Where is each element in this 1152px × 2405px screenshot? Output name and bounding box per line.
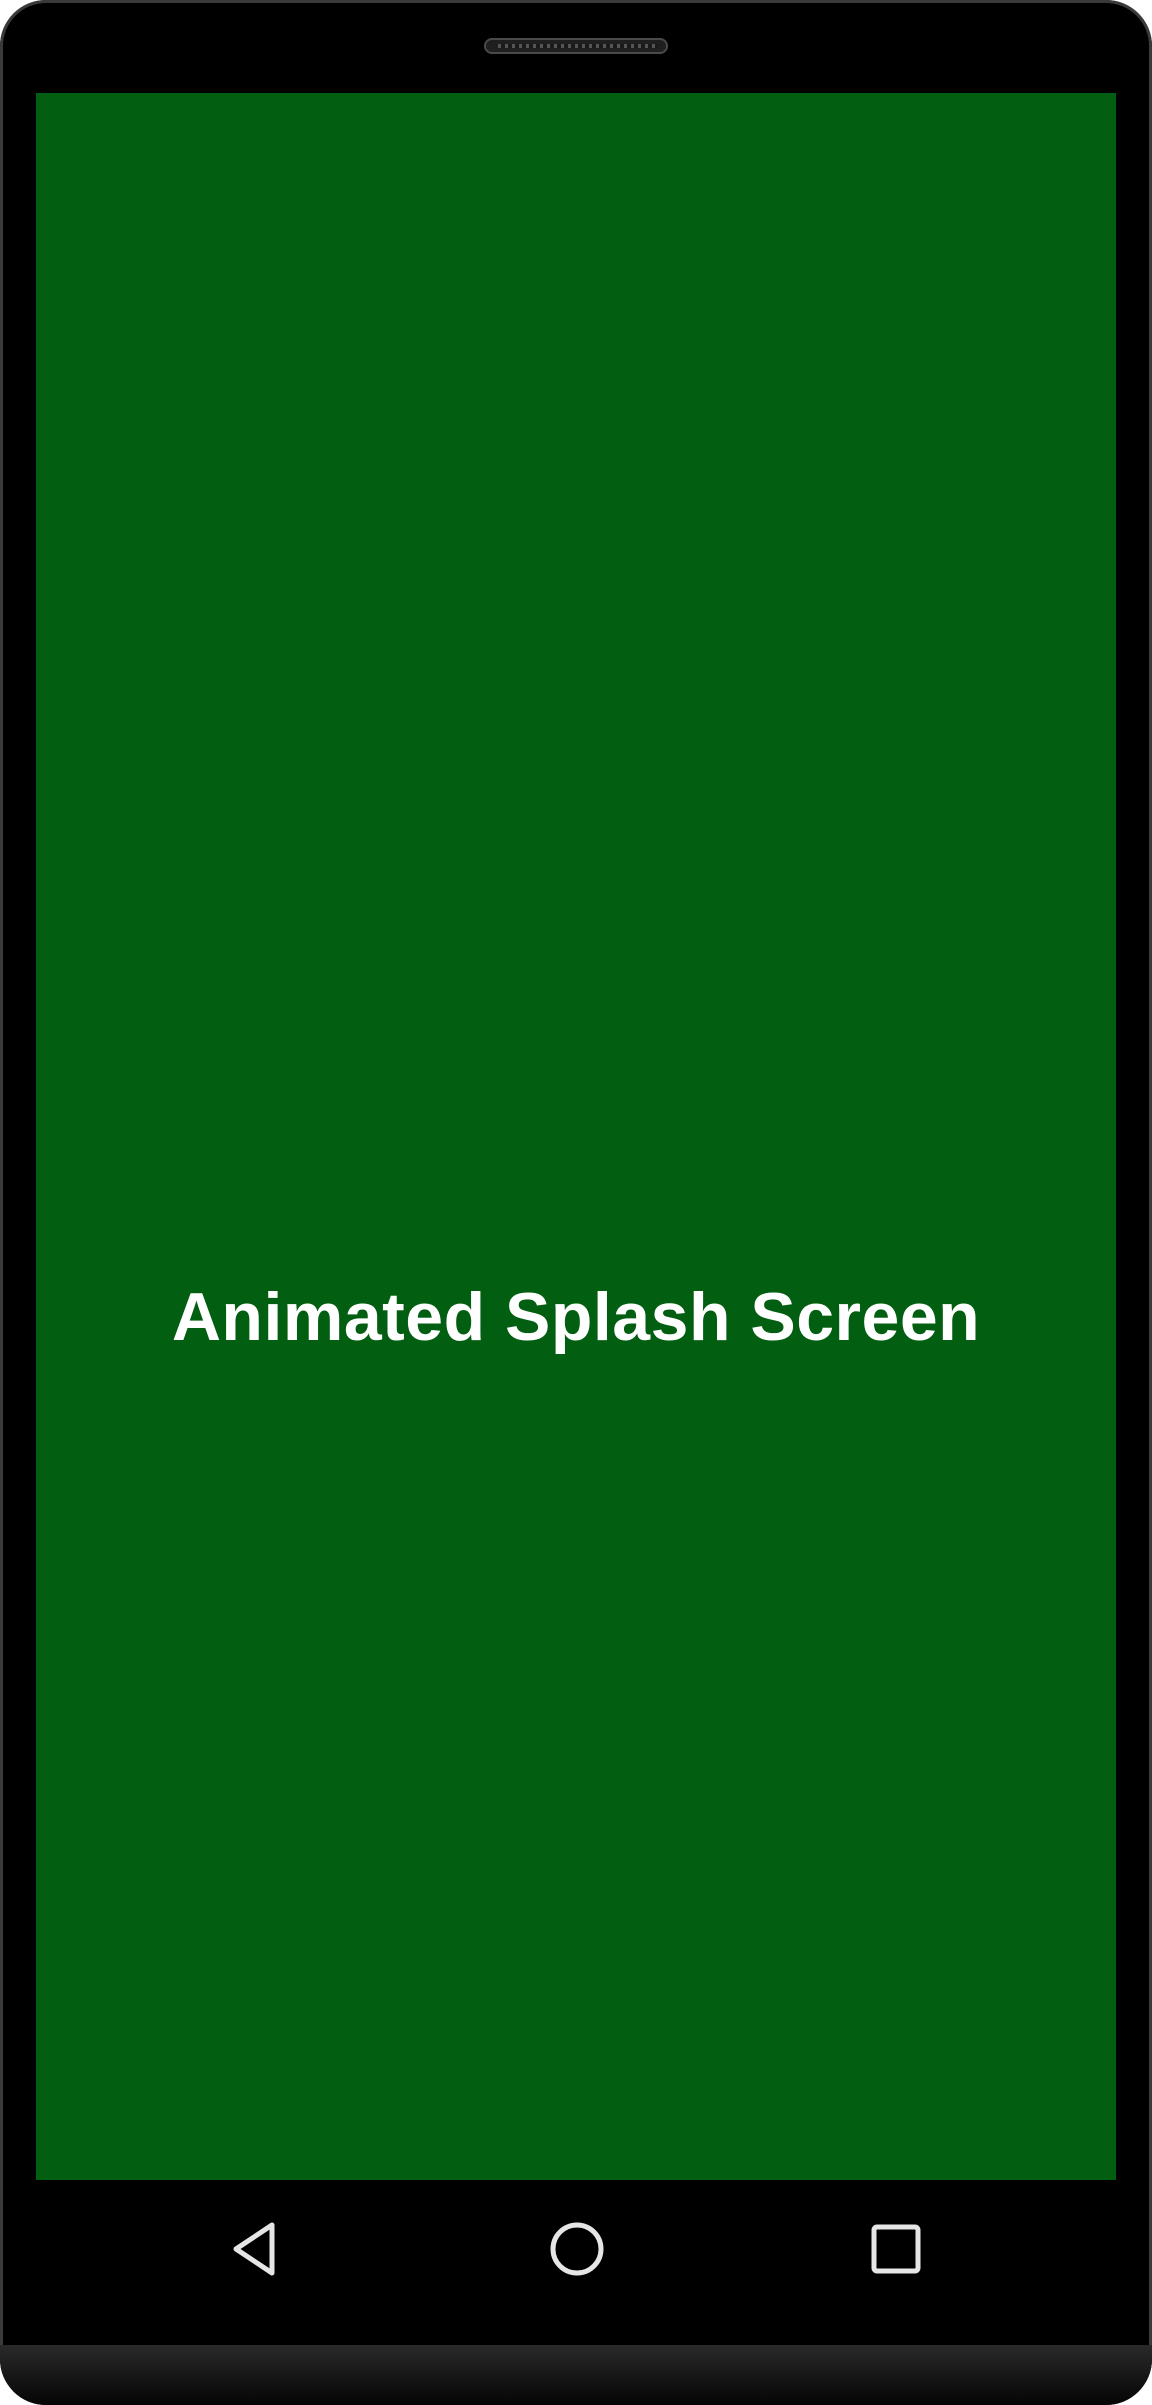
navigation-bar: [36, 2180, 1116, 2318]
splash-screen: Animated Splash Screen: [36, 93, 1116, 2180]
back-icon: [233, 2222, 275, 2276]
recents-icon: [871, 2224, 921, 2274]
back-button[interactable]: [186, 2180, 326, 2318]
bottom-bezel: [0, 2345, 1152, 2405]
splash-title: Animated Splash Screen: [171, 1279, 981, 1355]
earpiece-speaker: [484, 38, 668, 54]
home-icon: [550, 2222, 604, 2276]
home-button[interactable]: [507, 2180, 647, 2318]
recents-button[interactable]: [826, 2180, 966, 2318]
phone-frame: Animated Splash Screen: [0, 0, 1152, 2405]
